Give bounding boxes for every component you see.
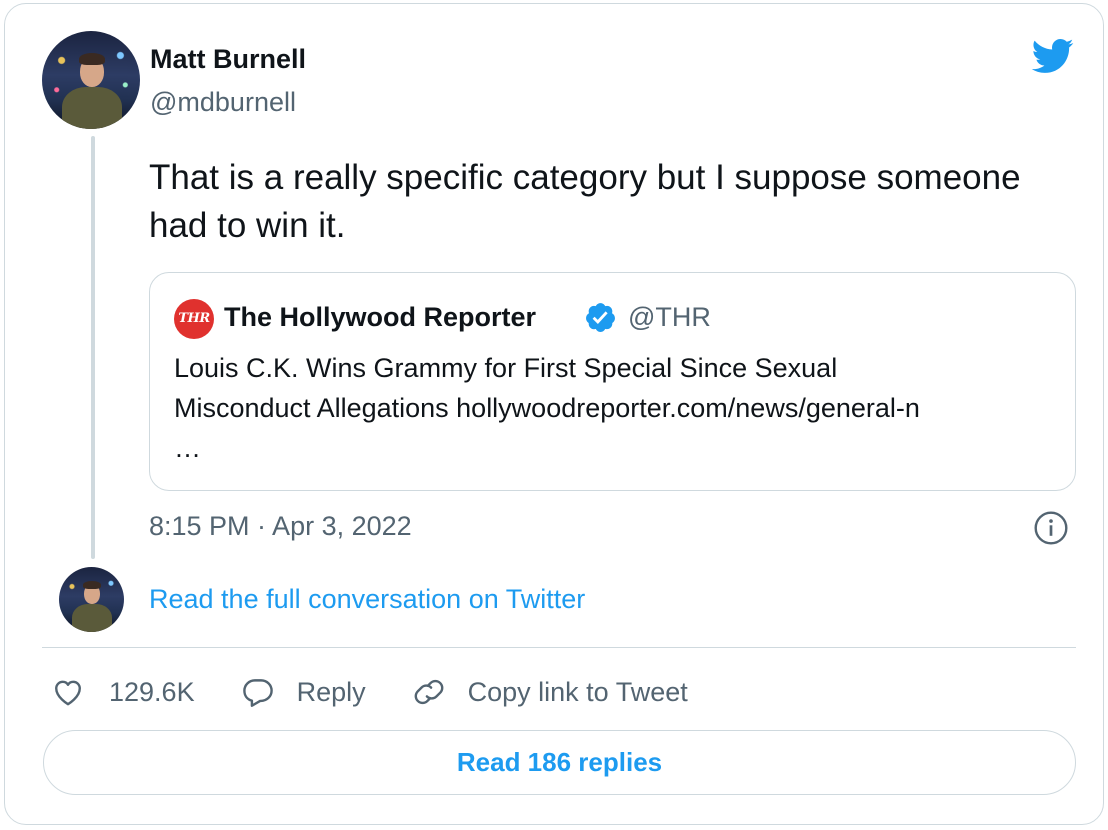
- quoted-text-line: Misconduct Allegations hollywoodreporter…: [174, 393, 920, 423]
- twitter-bird-icon[interactable]: [1027, 34, 1077, 78]
- author-avatar[interactable]: [42, 31, 140, 129]
- thread-line: [91, 136, 95, 559]
- reply-label: Reply: [296, 676, 366, 707]
- author-avatar-small[interactable]: [59, 567, 124, 632]
- quoted-author-name: The Hollywood Reporter: [224, 302, 537, 332]
- like-button[interactable]: 129.6K: [51, 675, 195, 709]
- like-count: 129.6K: [109, 676, 195, 707]
- quoted-tweet-text: Louis C.K. Wins Grammy for First Special…: [174, 348, 1054, 468]
- link-icon: [414, 679, 444, 705]
- info-icon[interactable]: [1033, 510, 1069, 546]
- read-replies-button[interactable]: Read 186 replies: [43, 730, 1076, 795]
- tweet-text: That is a really specific category but I…: [149, 158, 1021, 245]
- read-full-conversation-link[interactable]: Read the full conversation on Twitter: [149, 584, 585, 615]
- avatar-hair: [79, 53, 105, 65]
- heart-icon: [55, 680, 81, 706]
- tweet-card: Matt Burnell @mdburnell That is a really…: [4, 3, 1104, 825]
- author-handle[interactable]: @mdburnell: [150, 87, 296, 118]
- author-name[interactable]: Matt Burnell: [150, 44, 306, 75]
- reply-button[interactable]: Reply: [241, 675, 366, 709]
- avatar-body: [62, 87, 122, 129]
- action-bar: 129.6K Reply Copy link to Tweet: [51, 670, 734, 714]
- speech-bubble-icon: [242, 679, 273, 707]
- quoted-tweet[interactable]: THR The Hollywood Reporter @THR Louis C.…: [149, 272, 1076, 491]
- tweet-timestamp[interactable]: 8:15 PM · Apr 3, 2022: [149, 511, 412, 542]
- avatar-hair: [83, 581, 101, 589]
- verified-badge-icon: [586, 303, 615, 332]
- quoted-author-handle: @THR: [628, 302, 711, 332]
- copy-link-label: Copy link to Tweet: [467, 676, 688, 707]
- thr-logo: THR: [174, 299, 214, 339]
- quoted-text-line: Louis C.K. Wins Grammy for First Special…: [174, 353, 838, 383]
- copy-link-button[interactable]: Copy link to Tweet: [412, 675, 688, 709]
- quoted-text-ellipsis: …: [174, 433, 201, 463]
- divider: [42, 647, 1076, 648]
- avatar-body: [72, 604, 112, 632]
